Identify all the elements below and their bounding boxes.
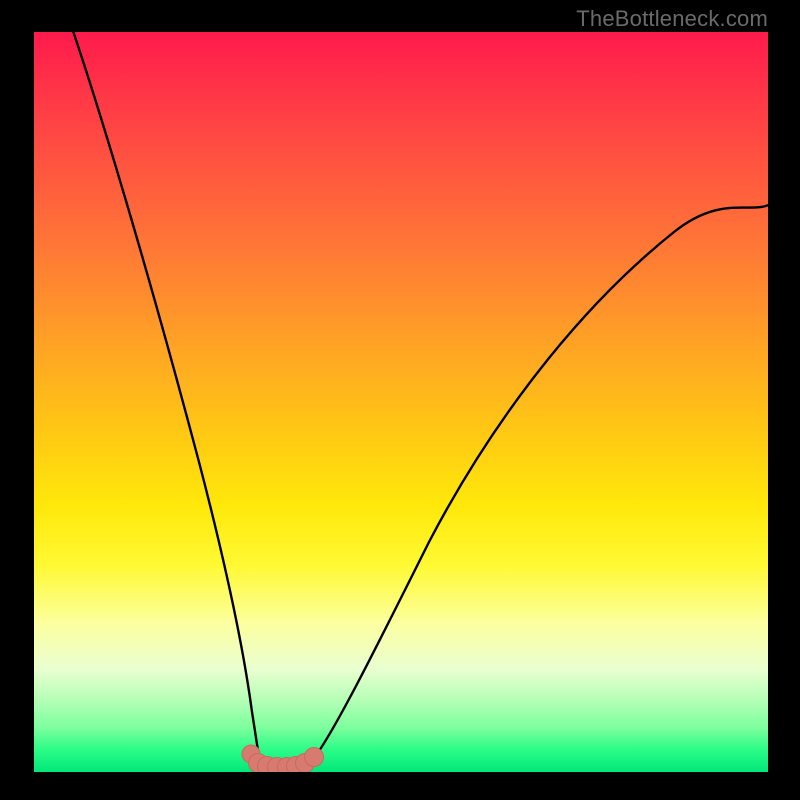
curve-left-branch bbox=[70, 32, 260, 762]
curve-right-branch bbox=[314, 202, 768, 758]
chart-frame: TheBottleneck.com bbox=[0, 0, 800, 800]
watermark-text: TheBottleneck.com bbox=[576, 6, 768, 32]
valley-marker bbox=[305, 748, 324, 767]
plot-area bbox=[34, 32, 768, 772]
bottleneck-curve bbox=[34, 32, 768, 772]
valley-marker-group bbox=[242, 745, 324, 772]
